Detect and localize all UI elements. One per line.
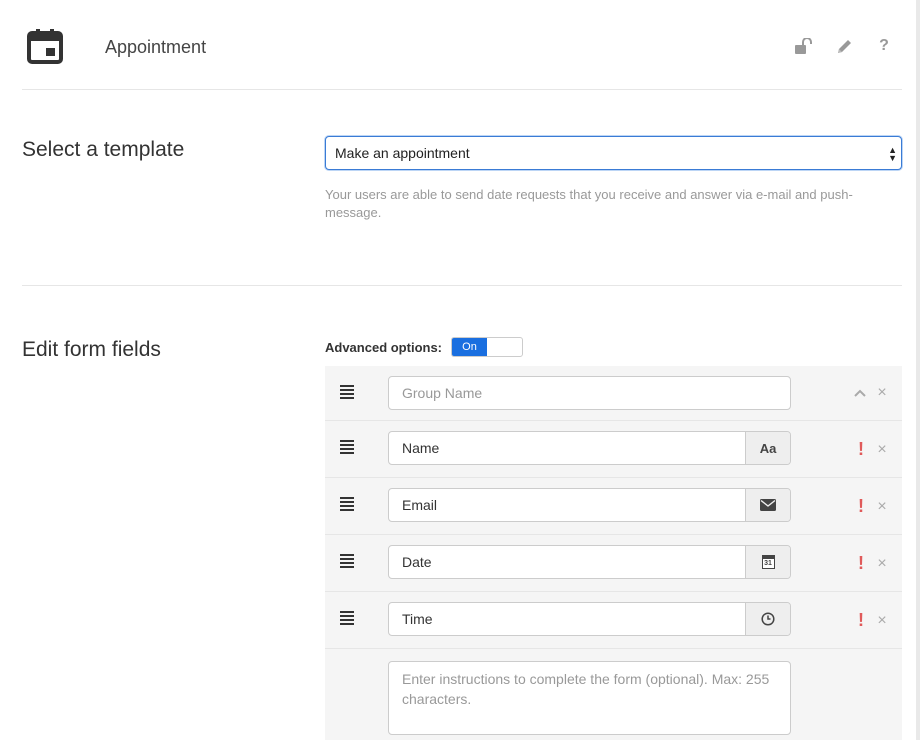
clock-icon[interactable] (745, 603, 790, 635)
group-name-row: Group Name × (325, 366, 902, 421)
chevron-up-icon[interactable] (854, 387, 866, 399)
form-fields-section: Edit form fields Advanced options: On Gr… (22, 286, 902, 740)
remove-field-button[interactable]: × (877, 441, 887, 459)
instructions-placeholder: Enter instructions to complete the form … (402, 671, 770, 707)
scrollbar[interactable] (916, 0, 920, 740)
calendar-31-icon[interactable]: 31 (745, 546, 790, 578)
field-name-input[interactable]: Name Aa (388, 431, 791, 465)
group-name-input[interactable]: Group Name (388, 376, 791, 410)
advanced-options: Advanced options: On (325, 337, 524, 357)
field-label: Time (402, 611, 433, 627)
form-field-row: Date 31 ! × (325, 535, 902, 592)
template-hint: Your users are able to send date request… (325, 187, 853, 220)
advanced-options-label: Advanced options: (325, 339, 443, 355)
envelope-icon[interactable] (745, 489, 790, 521)
pencil-icon[interactable] (834, 36, 854, 56)
form-fields-list: Group Name × Name Aa ! × Email ! × Date … (325, 366, 902, 740)
remove-field-button[interactable]: × (877, 555, 887, 573)
remove-group-button[interactable]: × (877, 384, 887, 402)
field-email-input[interactable]: Email (388, 488, 791, 522)
drag-handle-icon[interactable] (340, 440, 354, 456)
toggle-on-label: On (452, 338, 488, 356)
form-field-row: Email ! × (325, 478, 902, 535)
drag-handle-icon[interactable] (340, 611, 354, 627)
required-toggle[interactable]: ! (856, 439, 866, 460)
field-date-input[interactable]: Date 31 (388, 545, 791, 579)
drag-handle-icon[interactable] (340, 554, 354, 570)
required-toggle[interactable]: ! (856, 610, 866, 631)
field-label: Date (402, 554, 432, 570)
template-section: Select a template Make an appointment ▲ ▼… (22, 90, 902, 286)
page-title: Appointment (105, 37, 207, 57)
group-name-placeholder: Group Name (402, 385, 483, 401)
required-toggle[interactable]: ! (856, 553, 866, 574)
drag-handle-icon[interactable] (340, 497, 354, 513)
remove-field-button[interactable]: × (877, 612, 887, 630)
instructions-textarea[interactable]: Enter instructions to complete the form … (388, 661, 791, 735)
section-title-form-fields: Edit form fields (22, 338, 161, 361)
form-field-row: Name Aa ! × (325, 421, 902, 478)
select-arrows-icon: ▲ ▼ (888, 145, 897, 163)
advanced-options-toggle[interactable]: On (451, 337, 524, 357)
text-icon[interactable]: Aa (745, 432, 790, 464)
header: Appointment ? (22, 0, 902, 90)
section-title-template: Select a template (22, 138, 185, 161)
calendar-icon (27, 29, 63, 64)
help-icon[interactable]: ? (874, 36, 894, 56)
form-field-row: Time ! × (325, 592, 902, 649)
unlock-icon[interactable] (794, 36, 814, 56)
remove-field-button[interactable]: × (877, 498, 887, 516)
template-select-value: Make an appointment (335, 145, 470, 161)
field-label: Email (402, 497, 438, 513)
drag-handle-icon[interactable] (340, 385, 354, 401)
instructions-row: Enter instructions to complete the form … (325, 649, 902, 740)
field-time-input[interactable]: Time (388, 602, 791, 636)
template-select[interactable]: Make an appointment ▲ ▼ (325, 136, 902, 170)
required-toggle[interactable]: ! (856, 496, 866, 517)
field-label: Name (402, 440, 440, 456)
